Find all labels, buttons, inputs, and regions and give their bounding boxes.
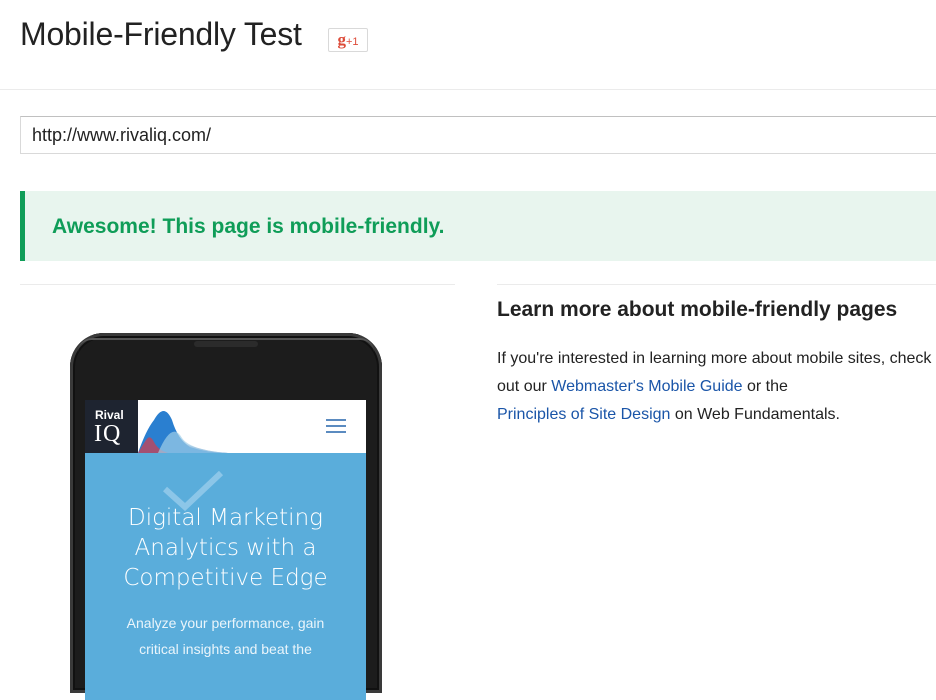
rival-iq-logo: Rival IQ (85, 400, 138, 453)
learn-more-text-part: on Web Fundamentals. (670, 406, 840, 423)
hero-subtitle: Analyze your performance, gain critical … (85, 610, 366, 662)
header-divider (0, 89, 936, 90)
learn-divider (497, 284, 936, 285)
result-message: Awesome! This page is mobile-friendly. (52, 215, 445, 238)
principles-of-site-design-link[interactable]: Principles of Site Design (497, 406, 670, 423)
menu-icon[interactable] (326, 419, 346, 435)
learn-more-text-part: or the (742, 378, 788, 395)
learn-more-text: If you're interested in learning more ab… (497, 345, 936, 429)
google-plus-one-label: +1 (345, 36, 359, 48)
site-header: Rival IQ (85, 400, 366, 453)
preview-divider (20, 284, 455, 285)
url-input[interactable] (20, 116, 936, 154)
result-banner: Awesome! This page is mobile-friendly. (20, 191, 936, 261)
hero-title-line: Competitive Edge (123, 565, 328, 591)
google-plus-g: g (337, 30, 346, 49)
hero-subtitle-line: Analyze your performance, gain (126, 615, 325, 631)
logo-text-rival: Rival (95, 408, 124, 422)
hero-title-line: Analytics with a (134, 535, 317, 561)
google-plus-one-button[interactable]: g+1 (328, 28, 368, 52)
phone-speaker (194, 341, 258, 347)
phone-screen: Rival IQ Digital Marketing Analytics wit… (85, 400, 366, 700)
logo-text-iq: IQ (94, 421, 122, 447)
page-title: Mobile-Friendly Test (20, 16, 302, 52)
hero-section: Digital Marketing Analytics with a Compe… (85, 453, 366, 700)
hero-title-line: Digital Marketing (128, 505, 323, 531)
webmasters-mobile-guide-link[interactable]: Webmaster's Mobile Guide (551, 378, 742, 395)
phone-preview: Rival IQ Digital Marketing Analytics wit… (70, 333, 382, 700)
learn-more-heading: Learn more about mobile-friendly pages (497, 298, 898, 321)
hero-subtitle-line: critical insights and beat the (139, 641, 312, 657)
hero-title: Digital Marketing Analytics with a Compe… (85, 503, 366, 593)
logo-wave-graphic (138, 411, 228, 453)
